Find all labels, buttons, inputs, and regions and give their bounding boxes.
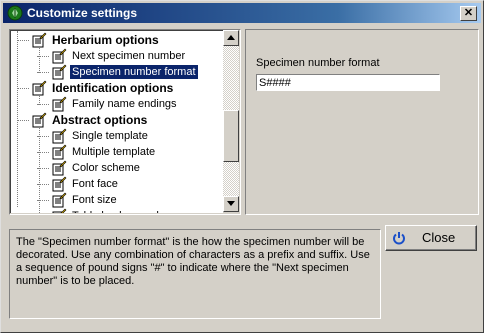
tree-item-label: Single template xyxy=(72,130,148,142)
tree-item-label: Color scheme xyxy=(72,162,140,174)
tree-item-label: Font size xyxy=(72,194,117,206)
title-bar[interactable]: Customize settings ✕ xyxy=(3,3,481,23)
tree-item-label: Font face xyxy=(72,178,118,190)
arrow-down-icon xyxy=(227,201,235,206)
tree-item-label: Abstract options xyxy=(52,113,148,127)
tree-item-label: Herbarium options xyxy=(52,33,159,47)
scroll-thumb[interactable] xyxy=(223,110,239,162)
notepad-pencil-icon xyxy=(51,64,67,80)
customize-settings-window: Customize settings ✕ Herbarium options Ne… xyxy=(0,0,484,333)
help-text: The "Specimen number format" is the how … xyxy=(16,236,370,287)
notepad-pencil-icon xyxy=(51,96,67,112)
notepad-pencil-icon xyxy=(51,144,67,160)
tree-scrollbar[interactable] xyxy=(223,30,239,212)
window-close-button[interactable]: ✕ xyxy=(460,6,477,21)
notepad-pencil-icon xyxy=(51,176,67,192)
tree-item-label: Next specimen number xyxy=(72,50,186,62)
leaf-icon xyxy=(7,5,23,21)
notepad-pencil-icon xyxy=(51,192,67,208)
notepad-pencil-icon xyxy=(51,128,67,144)
close-button[interactable]: Close xyxy=(385,225,477,251)
notepad-pencil-icon xyxy=(31,32,47,48)
arrow-up-icon xyxy=(227,35,235,40)
tree-item-label: Identification options xyxy=(52,81,174,95)
tree-item-label: Specimen number format xyxy=(69,64,199,80)
scroll-down-button[interactable] xyxy=(223,196,239,212)
notepad-pencil-icon xyxy=(31,112,47,128)
help-box: The "Specimen number format" is the how … xyxy=(9,229,381,319)
tree-item-label: Multiple template xyxy=(72,146,156,158)
notepad-pencil-icon xyxy=(31,80,47,96)
field-label: Specimen number format xyxy=(256,57,380,69)
notepad-pencil-icon xyxy=(51,208,67,213)
scroll-up-button[interactable] xyxy=(223,30,239,46)
tree-item-label: Family name endings xyxy=(72,98,177,110)
notepad-pencil-icon xyxy=(51,48,67,64)
notepad-pencil-icon xyxy=(51,160,67,176)
close-button-label: Close xyxy=(422,230,456,245)
specimen-format-input[interactable] xyxy=(256,74,440,91)
settings-tree: Herbarium options Next specimen number Spe… xyxy=(9,29,241,215)
window-title: Customize settings xyxy=(27,6,138,20)
settings-tree-list: Herbarium options Next specimen number Spe… xyxy=(10,30,223,213)
power-icon xyxy=(393,232,405,245)
tree-item-label: Table background xyxy=(70,209,161,213)
settings-panel: Specimen number format xyxy=(245,29,479,215)
